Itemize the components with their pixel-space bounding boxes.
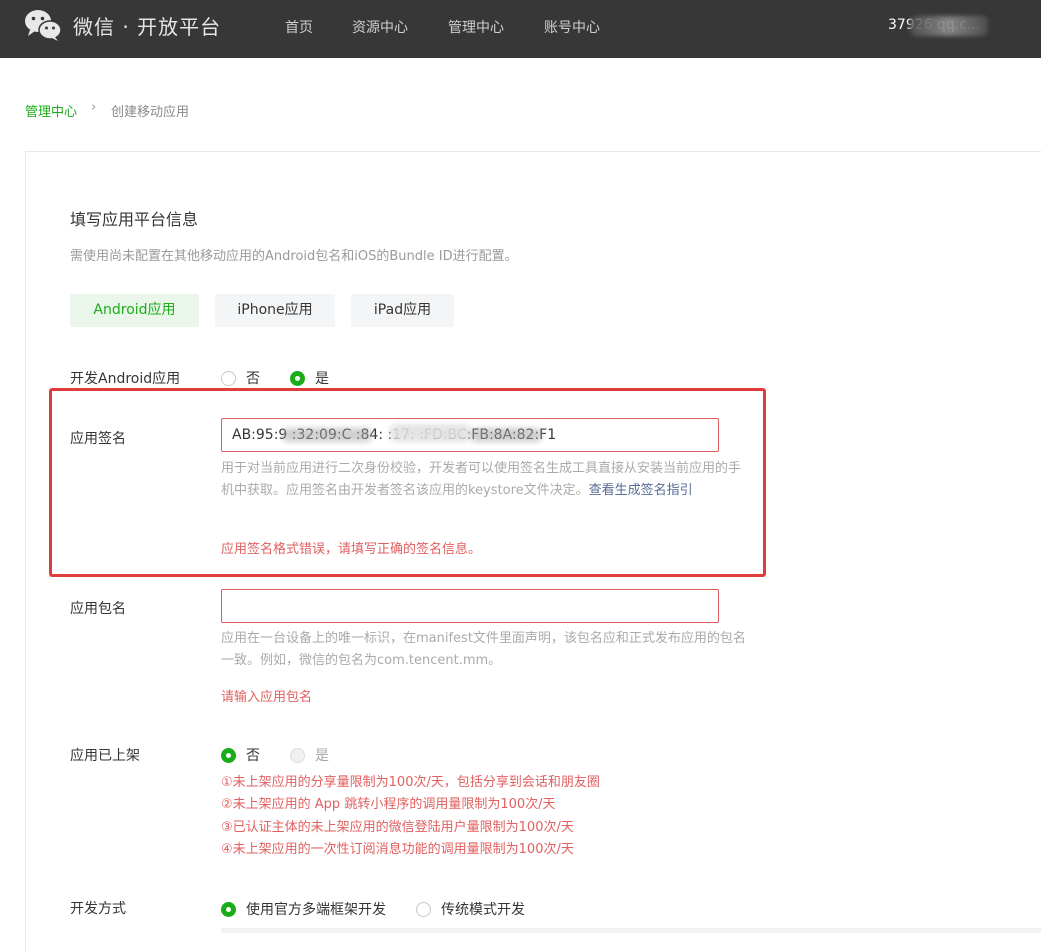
radio-label: 是 [315, 371, 329, 387]
radio-dev-android-no[interactable]: 否 [221, 368, 260, 388]
radio-listed-yes[interactable]: 是 [290, 745, 329, 765]
radio-dev-android-yes[interactable]: 是 [290, 368, 329, 388]
radio-disabled-icon [290, 747, 305, 763]
limit-item: ①未上架应用的分享量限制为100次/天，包括分享到会话和朋友圈 [221, 775, 600, 790]
signature-hint: 用于对当前应用进行二次身份校验，开发者可以使用签名生成工具直接从安装当前应用的手… [221, 458, 751, 502]
package-hint: 应用在一台设备上的唯一标识，在manifest文件里面声明，该包名应和正式发布应… [221, 631, 746, 668]
tab-ipad[interactable]: iPad应用 [351, 294, 454, 327]
radio-dev-mode-traditional[interactable]: 传统模式开发 [416, 899, 525, 919]
limit-item: ②未上架应用的 App 跳转小程序的调用量限制为100次/天 [221, 797, 556, 812]
radio-label: 是 [315, 748, 329, 764]
radio-label: 使用官方多端框架开发 [246, 902, 386, 918]
package-error: 请输入应用包名 [221, 690, 313, 705]
radio-unchecked-icon [416, 901, 431, 917]
top-header: 微信 · 开放平台 首页 资源中心 管理中心 账号中心 37926 qq.c..… [0, 0, 1041, 58]
account-redaction [910, 16, 988, 36]
dev-mode-label: 开发方式 [70, 901, 126, 917]
radio-checked-icon [290, 370, 305, 386]
radio-dev-mode-framework[interactable]: 使用官方多端框架开发 [221, 899, 386, 919]
signature-error: 应用签名格式错误，请填写正确的签名信息。 [221, 542, 482, 557]
package-input[interactable] [221, 589, 719, 623]
nav-account[interactable]: 账号中心 [544, 17, 600, 37]
radio-checked-icon [221, 901, 236, 917]
limit-item: ③已认证主体的未上架应用的微信登陆用户量限制为100次/天 [221, 820, 574, 835]
signature-guide-link[interactable]: 查看生成签名指引 [589, 483, 693, 498]
brand-title[interactable]: 微信 · 开放平台 [73, 11, 221, 40]
signature-redaction [390, 424, 470, 442]
package-label: 应用包名 [70, 601, 126, 617]
chevron-right-icon: › [91, 100, 97, 115]
section-description: 需使用尚未配置在其他移动应用的Android包名和iOS的Bundle ID进行… [70, 249, 518, 264]
listed-label: 应用已上架 [70, 748, 140, 764]
limit-item: ④未上架应用的一次性订阅消息功能的调用量限制为100次/天 [221, 842, 574, 857]
radio-label: 传统模式开发 [441, 902, 525, 918]
radio-unchecked-icon [221, 370, 236, 386]
section-title: 填写应用平台信息 [70, 210, 199, 229]
radio-listed-no[interactable]: 否 [221, 745, 260, 765]
tab-iphone[interactable]: iPhone应用 [215, 294, 335, 327]
tab-android[interactable]: Android应用 [70, 294, 199, 327]
nav-management[interactable]: 管理中心 [448, 17, 504, 37]
signature-label: 应用签名 [70, 431, 126, 447]
dev-android-label: 开发Android应用 [70, 371, 181, 387]
next-field-strip [221, 928, 1041, 933]
radio-label: 否 [246, 371, 260, 387]
breadcrumb-management[interactable]: 管理中心 [25, 101, 77, 120]
nav-home[interactable]: 首页 [285, 17, 313, 37]
nav-resources[interactable]: 资源中心 [352, 17, 408, 37]
radio-checked-icon [221, 747, 236, 763]
breadcrumb-current: 创建移动应用 [111, 105, 190, 120]
signature-redaction [282, 428, 372, 442]
wechat-logo-icon[interactable] [24, 8, 62, 42]
radio-label: 否 [246, 748, 260, 764]
signature-redaction [470, 428, 542, 442]
